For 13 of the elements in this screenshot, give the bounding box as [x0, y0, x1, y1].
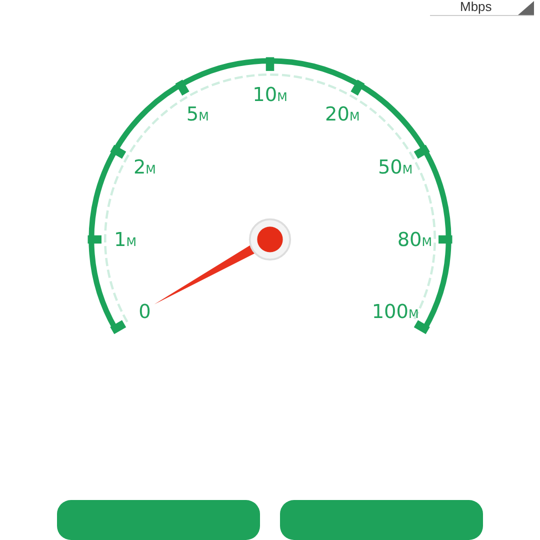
scale-label: 5 M: [186, 102, 209, 126]
action-button[interactable]: [280, 500, 483, 540]
scale-label: 2 M: [133, 156, 156, 179]
scale-label: 100M: [372, 300, 419, 324]
unit-dropdown[interactable]: Mbps: [430, 0, 534, 16]
scale-label: 80M: [397, 228, 432, 251]
scale-label: 1 M: [114, 228, 137, 251]
scale-label: 20M: [324, 102, 360, 126]
scale-label: 0: [138, 300, 151, 324]
dropdown-corner-icon: [518, 1, 534, 15]
action-button[interactable]: [57, 500, 260, 540]
scale-label: 50 M: [378, 156, 413, 179]
scale-label: 10M: [252, 83, 288, 106]
